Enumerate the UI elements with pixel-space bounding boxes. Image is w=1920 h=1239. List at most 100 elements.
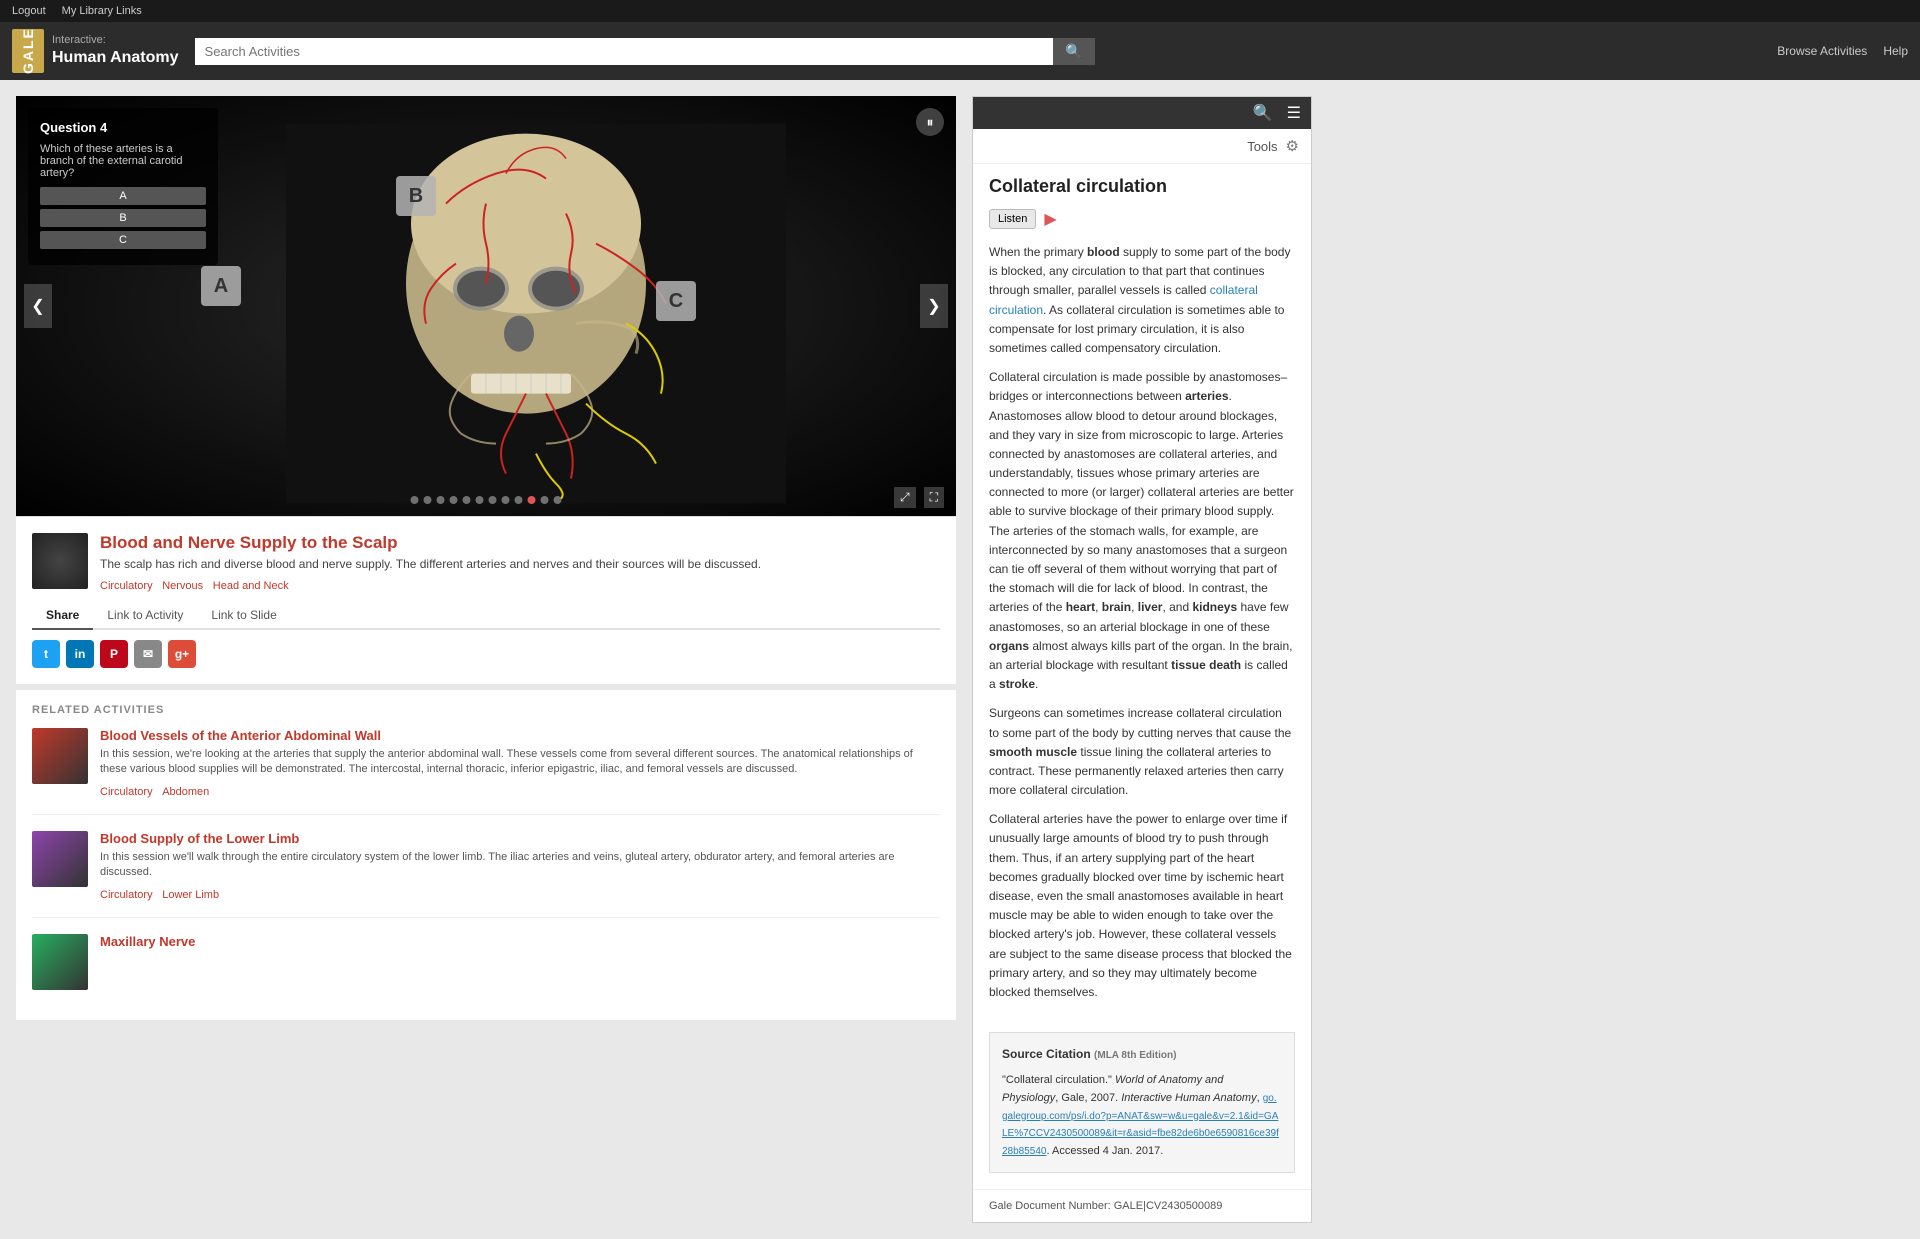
tag-nervous[interactable]: Nervous bbox=[162, 580, 203, 592]
activity-thumbnail-image bbox=[32, 533, 88, 589]
quiz-option-b[interactable]: B bbox=[40, 209, 206, 227]
header-right: Browse Activities Help bbox=[1777, 44, 1908, 58]
related-desc-1: In this session, we're looking at the ar… bbox=[100, 747, 940, 778]
topbar: Logout My Library Links bbox=[0, 0, 1920, 22]
tab-link-slide[interactable]: Link to Slide bbox=[197, 602, 290, 630]
header: GALE Interactive: Human Anatomy 🔍 Browse… bbox=[0, 22, 1920, 80]
menu-panel-icon[interactable]: ☰ bbox=[1287, 103, 1301, 123]
dot-10[interactable] bbox=[528, 496, 536, 504]
dot-2[interactable] bbox=[424, 496, 432, 504]
tag-circulatory[interactable]: Circulatory bbox=[100, 580, 153, 592]
article-body: When the primary blood supply to some pa… bbox=[973, 239, 1311, 1024]
cite-text: "Collateral circulation." World of Anato… bbox=[1002, 1072, 1282, 1160]
dot-8[interactable] bbox=[502, 496, 510, 504]
related-info-2: Blood Supply of the Lower Limb In this s… bbox=[100, 831, 940, 901]
activity-header: Blood and Nerve Supply to the Scalp The … bbox=[32, 533, 940, 592]
tab-link-activity[interactable]: Link to Activity bbox=[93, 602, 197, 630]
cite-title-label: Source Citation bbox=[1002, 1047, 1091, 1061]
email-share-icon[interactable]: ✉ bbox=[134, 640, 162, 668]
gale-document-number: Gale Document Number: GALE|CV2430500089 bbox=[973, 1189, 1311, 1222]
pause-button[interactable]: ⏸ bbox=[916, 108, 944, 136]
main-layout: Question 4 Which of these arteries is a … bbox=[0, 80, 1920, 1239]
dot-12[interactable] bbox=[554, 496, 562, 504]
dot-6[interactable] bbox=[476, 496, 484, 504]
quiz-option-a[interactable]: A bbox=[40, 187, 206, 205]
gale-doc-label: Gale Document Number: bbox=[989, 1200, 1111, 1212]
related-info-3: Maxillary Nerve bbox=[100, 934, 940, 990]
dot-4[interactable] bbox=[450, 496, 458, 504]
tab-share[interactable]: Share bbox=[32, 602, 93, 630]
fullscreen-button[interactable]: ⛶ bbox=[924, 487, 944, 508]
collateral-link[interactable]: collateral circulation bbox=[989, 283, 1258, 316]
help-link[interactable]: Help bbox=[1883, 44, 1908, 58]
linkedin-share-icon[interactable]: in bbox=[66, 640, 94, 668]
cite-title: Source Citation (MLA 8th Edition) bbox=[1002, 1045, 1282, 1064]
nav-prev-button[interactable]: ❮ bbox=[24, 284, 52, 328]
twitter-share-icon[interactable]: t bbox=[32, 640, 60, 668]
related-item-1: Blood Vessels of the Anterior Abdominal … bbox=[32, 728, 940, 815]
pinterest-share-icon[interactable]: P bbox=[100, 640, 128, 668]
related-item-2: Blood Supply of the Lower Limb In this s… bbox=[32, 831, 940, 918]
related-activities: RELATED ACTIVITIES Blood Vessels of the … bbox=[16, 684, 956, 1020]
listen-button[interactable]: Listen bbox=[989, 209, 1036, 229]
dot-3[interactable] bbox=[437, 496, 445, 504]
related-item-3: Maxillary Nerve bbox=[32, 934, 940, 1006]
gale-doc-value: GALE|CV2430500089 bbox=[1114, 1200, 1223, 1212]
logout-link[interactable]: Logout bbox=[12, 5, 46, 17]
related-name-1[interactable]: Blood Vessels of the Anterior Abdominal … bbox=[100, 728, 940, 743]
quiz-overlay: Question 4 Which of these arteries is a … bbox=[28, 108, 218, 265]
search-panel-icon[interactable]: 🔍 bbox=[1253, 103, 1273, 123]
related-thumb-3 bbox=[32, 934, 88, 990]
related-tag-2-1[interactable]: Circulatory bbox=[100, 889, 153, 901]
dot-1[interactable] bbox=[411, 496, 419, 504]
dot-9[interactable] bbox=[515, 496, 523, 504]
right-panel-header: 🔍 ☰ bbox=[973, 97, 1311, 129]
gplus-share-icon[interactable]: g+ bbox=[168, 640, 196, 668]
tools-gear-icon[interactable]: ⚙ bbox=[1286, 137, 1299, 155]
viewer-panel: Question 4 Which of these arteries is a … bbox=[16, 96, 956, 516]
related-name-3[interactable]: Maxillary Nerve bbox=[100, 934, 940, 949]
logo-text: Interactive: Human Anatomy bbox=[52, 33, 179, 68]
tag-head-neck[interactable]: Head and Neck bbox=[213, 580, 289, 592]
dot-11[interactable] bbox=[541, 496, 549, 504]
search-bar: 🔍 bbox=[195, 38, 1095, 65]
related-thumb-1 bbox=[32, 728, 88, 784]
logo-title: Human Anatomy bbox=[52, 48, 179, 69]
article-para-2: Collateral circulation is made possible … bbox=[989, 368, 1295, 694]
activity-tags: Circulatory Nervous Head and Neck bbox=[100, 577, 940, 592]
source-citation: Source Citation (MLA 8th Edition) "Colla… bbox=[989, 1032, 1295, 1173]
search-button[interactable]: 🔍 bbox=[1053, 38, 1094, 65]
activity-details: Blood and Nerve Supply to the Scalp The … bbox=[100, 533, 940, 592]
dot-7[interactable] bbox=[489, 496, 497, 504]
related-tag-1-1[interactable]: Circulatory bbox=[100, 786, 153, 798]
anatomy-label-a: A bbox=[201, 266, 241, 306]
related-section-title: RELATED ACTIVITIES bbox=[32, 704, 940, 716]
browse-activities-link[interactable]: Browse Activities bbox=[1777, 44, 1867, 58]
quiz-question: Which of these arteries is a branch of t… bbox=[40, 143, 206, 179]
right-panel: 🔍 ☰ Tools ⚙ Collateral circulation Liste… bbox=[972, 96, 1312, 1223]
my-library-link[interactable]: My Library Links bbox=[62, 5, 142, 17]
related-tag-2-2[interactable]: Lower Limb bbox=[162, 889, 219, 901]
logo-interactive: Interactive: bbox=[52, 33, 179, 47]
related-tag-1-2[interactable]: Abdomen bbox=[162, 786, 209, 798]
listen-bar: Listen ▶ bbox=[973, 205, 1311, 239]
quiz-option-c[interactable]: C bbox=[40, 231, 206, 249]
search-input[interactable] bbox=[195, 38, 1054, 65]
resize-button[interactable]: ⤢ bbox=[894, 487, 916, 508]
anatomy-label-c: C bbox=[656, 281, 696, 321]
right-tools-bar: Tools ⚙ bbox=[973, 129, 1311, 164]
share-tabs: Share Link to Activity Link to Slide bbox=[32, 602, 940, 630]
article-para-1: When the primary blood supply to some pa… bbox=[989, 243, 1295, 358]
related-thumb-2 bbox=[32, 831, 88, 887]
article-para-4: Collateral arteries have the power to en… bbox=[989, 810, 1295, 1002]
dot-5[interactable] bbox=[463, 496, 471, 504]
listen-label: Listen bbox=[998, 213, 1027, 225]
cite-edition: (MLA 8th Edition) bbox=[1094, 1050, 1176, 1061]
related-name-2[interactable]: Blood Supply of the Lower Limb bbox=[100, 831, 940, 846]
slide-dots bbox=[411, 496, 562, 504]
play-button[interactable]: ▶ bbox=[1044, 209, 1056, 229]
content-area: Question 4 Which of these arteries is a … bbox=[16, 96, 956, 1223]
nav-next-button[interactable]: ❯ bbox=[920, 284, 948, 328]
viewer-background: Question 4 Which of these arteries is a … bbox=[16, 96, 956, 516]
related-info-1: Blood Vessels of the Anterior Abdominal … bbox=[100, 728, 940, 798]
